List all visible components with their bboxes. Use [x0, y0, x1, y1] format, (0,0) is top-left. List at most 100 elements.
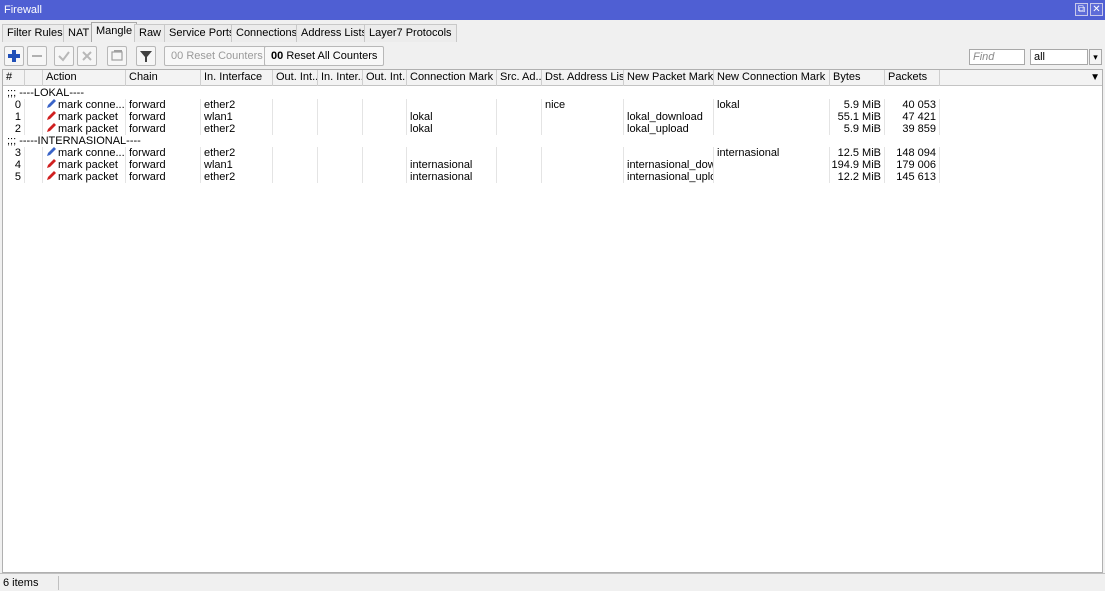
rule-comment: ;;; ----LOKAL---- [7, 87, 84, 99]
column-header-out-interface-list[interactable]: Out. Int... [363, 70, 407, 86]
rule-flags [25, 111, 43, 123]
rule-dst-address-list [542, 159, 624, 171]
column-header-connection-mark[interactable]: Connection Mark [407, 70, 497, 86]
filter-button[interactable] [136, 46, 156, 66]
counter-icon: 00 [271, 50, 284, 62]
rule-action-label: mark packet [58, 171, 118, 183]
rule-number: 3 [3, 147, 25, 159]
restore-icon[interactable]: ⧉ [1075, 3, 1088, 16]
rule-action-label: mark conne... [58, 147, 125, 159]
rule-new-packet-mark [624, 99, 714, 111]
rule-action-label: mark packet [58, 111, 118, 123]
rule-number: 2 [3, 123, 25, 135]
table-row[interactable]: 2 mark packet forward ether2 lokal lokal… [3, 123, 1102, 135]
tab-nat[interactable]: NAT [63, 24, 95, 42]
table-row[interactable]: 1 mark packet forward wlan1 lokal lokal_… [3, 111, 1102, 123]
close-icon[interactable]: ✕ [1090, 3, 1103, 16]
rule-action-label: mark conne... [58, 99, 125, 111]
reset-counters-button[interactable]: 00 Reset Counters [164, 46, 270, 66]
column-header-new-connection-mark[interactable]: New Connection Mark [714, 70, 830, 86]
rule-new-connection-mark [714, 171, 830, 183]
rule-connection-mark [407, 147, 497, 159]
rule-new-packet-mark [624, 147, 714, 159]
column-header-flags[interactable] [25, 70, 43, 86]
rule-chain: forward [126, 159, 201, 171]
comment-button[interactable] [107, 46, 127, 66]
rule-src-address [497, 111, 542, 123]
rule-number: 1 [3, 111, 25, 123]
column-header-in-interface[interactable]: In. Interface [201, 70, 273, 86]
comment-row[interactable]: ;;; ----LOKAL---- [3, 87, 1102, 99]
column-header-new-packet-mark[interactable]: New Packet Mark [624, 70, 714, 86]
rule-out-interface [273, 147, 318, 159]
rule-action: mark packet [43, 159, 126, 171]
rule-new-connection-mark [714, 159, 830, 171]
column-header-action[interactable]: Action [43, 70, 126, 86]
pencil-blue-icon [47, 99, 56, 108]
rule-in-interface-list [318, 123, 363, 135]
add-button[interactable] [4, 46, 24, 66]
rule-new-packet-mark: lokal_upload [624, 123, 714, 135]
table-row[interactable]: 4 mark packet forward wlan1 internasiona… [3, 159, 1102, 171]
rule-packets: 145 613 [885, 171, 940, 183]
column-header-packets[interactable]: Packets [885, 70, 940, 86]
rule-bytes: 12.5 MiB [830, 147, 885, 159]
column-header-src-address[interactable]: Src. Ad... [497, 70, 542, 86]
rule-action: mark packet [43, 123, 126, 135]
comment-row[interactable]: ;;; -----INTERNASIONAL---- [3, 135, 1102, 147]
rule-out-interface [273, 111, 318, 123]
tab-filter-rules[interactable]: Filter Rules [2, 24, 68, 42]
reset-all-counters-button[interactable]: 00 Reset All Counters [264, 46, 385, 66]
rule-chain: forward [126, 171, 201, 183]
tab-raw[interactable]: Raw [134, 24, 167, 42]
rule-packets: 40 053 [885, 99, 940, 111]
column-header-in-interface-list[interactable]: In. Inter... [318, 70, 363, 86]
chevron-down-icon[interactable]: ▾ [1089, 49, 1102, 65]
find-input[interactable]: Find [969, 49, 1025, 65]
enable-button[interactable] [54, 46, 74, 66]
rule-action: mark conne... [43, 147, 126, 159]
rule-chain: forward [126, 123, 201, 135]
rule-packets: 148 094 [885, 147, 940, 159]
rule-connection-mark: internasional [407, 159, 497, 171]
tab-address-lists[interactable]: Address Lists [296, 24, 373, 42]
rule-number: 5 [3, 171, 25, 183]
table-row[interactable]: 0 mark conne... forward ether2 nice loka… [3, 99, 1102, 111]
table-row[interactable]: 3 mark conne... forward ether2 internasi… [3, 147, 1102, 159]
remove-button[interactable] [27, 46, 47, 66]
status-bar: 6 items [0, 573, 1105, 591]
counter-icon: 00 [171, 50, 184, 62]
rule-flags [25, 99, 43, 111]
rule-packets: 47 421 [885, 111, 940, 123]
rule-new-connection-mark: lokal [714, 99, 830, 111]
tab-mangle[interactable]: Mangle [91, 22, 138, 42]
rule-flags [25, 159, 43, 171]
tab-connections[interactable]: Connections [231, 24, 303, 42]
rule-dst-address-list [542, 147, 624, 159]
rule-connection-mark: internasional [407, 171, 497, 183]
rule-in-interface-list [318, 147, 363, 159]
tab-service-ports[interactable]: Service Ports [164, 24, 240, 42]
rule-chain: forward [126, 111, 201, 123]
rule-src-address [497, 123, 542, 135]
rule-out-interface [273, 171, 318, 183]
filter-select[interactable]: all [1030, 49, 1088, 65]
plus-icon [8, 50, 20, 62]
column-header-bytes[interactable]: Bytes [830, 70, 885, 86]
reset-counters-label: Reset Counters [186, 50, 263, 62]
rule-src-address [497, 147, 542, 159]
rule-new-connection-mark: internasional [714, 147, 830, 159]
column-header-dst-address-list[interactable]: Dst. Address List [542, 70, 624, 86]
column-menu-icon[interactable]: ▼ [1090, 70, 1100, 86]
tab-layer7-protocols[interactable]: Layer7 Protocols [364, 24, 457, 42]
table-row[interactable]: 5 mark packet forward ether2 internasion… [3, 171, 1102, 183]
column-header-number[interactable]: # [3, 70, 25, 86]
column-header-chain[interactable]: Chain [126, 70, 201, 86]
column-header-out-interface[interactable]: Out. Int... [273, 70, 318, 86]
disable-button[interactable] [77, 46, 97, 66]
minus-icon [32, 55, 42, 57]
comment-icon [111, 50, 123, 61]
mangle-rules-table: # Action Chain In. Interface Out. Int...… [2, 69, 1103, 573]
rule-new-packet-mark: internasional_dow... [624, 159, 714, 171]
pencil-blue-icon [47, 147, 56, 156]
